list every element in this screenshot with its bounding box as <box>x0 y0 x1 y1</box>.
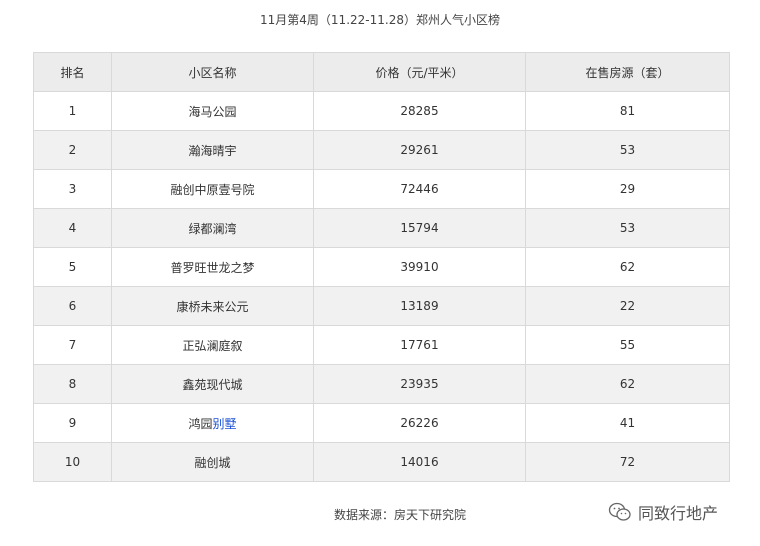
page-title: 11月第4周（11.22-11.28）郑州人气小区榜 <box>260 13 500 27</box>
header-stock: 在售房源（套） <box>525 52 730 92</box>
table-row: 3 融创中原壹号院 72446 29 <box>33 169 730 209</box>
cell-stock: 53 <box>525 208 730 248</box>
table-row: 10 融创城 14016 72 <box>33 442 730 482</box>
cell-name: 鸿园别墅 <box>111 403 314 443</box>
cell-rank: 10 <box>33 442 112 482</box>
cell-stock: 41 <box>525 403 730 443</box>
cell-price: 14016 <box>313 442 526 482</box>
cell-name: 鑫苑现代城 <box>111 364 314 404</box>
table-row: 5 普罗旺世龙之梦 39910 62 <box>33 247 730 287</box>
table-row: 6 康桥未来公元 13189 22 <box>33 286 730 326</box>
cell-stock: 55 <box>525 325 730 365</box>
cell-name: 融创城 <box>111 442 314 482</box>
cell-stock: 53 <box>525 130 730 170</box>
cell-name: 普罗旺世龙之梦 <box>111 247 314 287</box>
cell-rank: 5 <box>33 247 112 287</box>
cell-name: 瀚海晴宇 <box>111 130 314 170</box>
table-row: 2 瀚海晴宇 29261 53 <box>33 130 730 170</box>
cell-name: 融创中原壹号院 <box>111 169 314 209</box>
name-prefix: 鸿园 <box>188 416 213 431</box>
cell-rank: 9 <box>33 403 112 443</box>
watermark: 同致行地产 <box>608 500 718 524</box>
cell-stock: 29 <box>525 169 730 209</box>
cell-name: 正弘澜庭叙 <box>111 325 314 365</box>
cell-stock: 72 <box>525 442 730 482</box>
header-name: 小区名称 <box>111 52 314 92</box>
cell-stock: 81 <box>525 91 730 131</box>
table-row: 9 鸿园别墅 26226 41 <box>33 403 730 443</box>
cell-price: 23935 <box>313 364 526 404</box>
villa-link[interactable]: 别墅 <box>213 417 237 431</box>
cell-rank: 3 <box>33 169 112 209</box>
cell-price: 29261 <box>313 130 526 170</box>
table-row: 8 鑫苑现代城 23935 62 <box>33 364 730 404</box>
cell-price: 39910 <box>313 247 526 287</box>
cell-stock: 22 <box>525 286 730 326</box>
cell-name: 康桥未来公元 <box>111 286 314 326</box>
cell-rank: 2 <box>33 130 112 170</box>
watermark-text: 同致行地产 <box>638 504 719 523</box>
cell-price: 17761 <box>313 325 526 365</box>
cell-rank: 8 <box>33 364 112 404</box>
cell-price: 72446 <box>313 169 526 209</box>
cell-name: 绿都澜湾 <box>111 208 314 248</box>
header-rank: 排名 <box>33 52 112 92</box>
cell-rank: 4 <box>33 208 112 248</box>
table-row: 4 绿都澜湾 15794 53 <box>33 208 730 248</box>
cell-rank: 7 <box>33 325 112 365</box>
cell-price: 13189 <box>313 286 526 326</box>
cell-price: 26226 <box>313 403 526 443</box>
cell-rank: 6 <box>33 286 112 326</box>
wechat-icon <box>608 501 632 523</box>
table-header-row: 排名 小区名称 价格（元/平米） 在售房源（套） <box>33 52 730 92</box>
cell-name: 海马公园 <box>111 91 314 131</box>
cell-rank: 1 <box>33 91 112 131</box>
cell-stock: 62 <box>525 247 730 287</box>
cell-price: 28285 <box>313 91 526 131</box>
cell-stock: 62 <box>525 364 730 404</box>
table-row: 1 海马公园 28285 81 <box>33 91 730 131</box>
header-price: 价格（元/平米） <box>313 52 526 92</box>
table-row: 7 正弘澜庭叙 17761 55 <box>33 325 730 365</box>
ranking-table: 排名 小区名称 价格（元/平米） 在售房源（套） 1 海马公园 28285 81… <box>33 52 730 482</box>
cell-price: 15794 <box>313 208 526 248</box>
